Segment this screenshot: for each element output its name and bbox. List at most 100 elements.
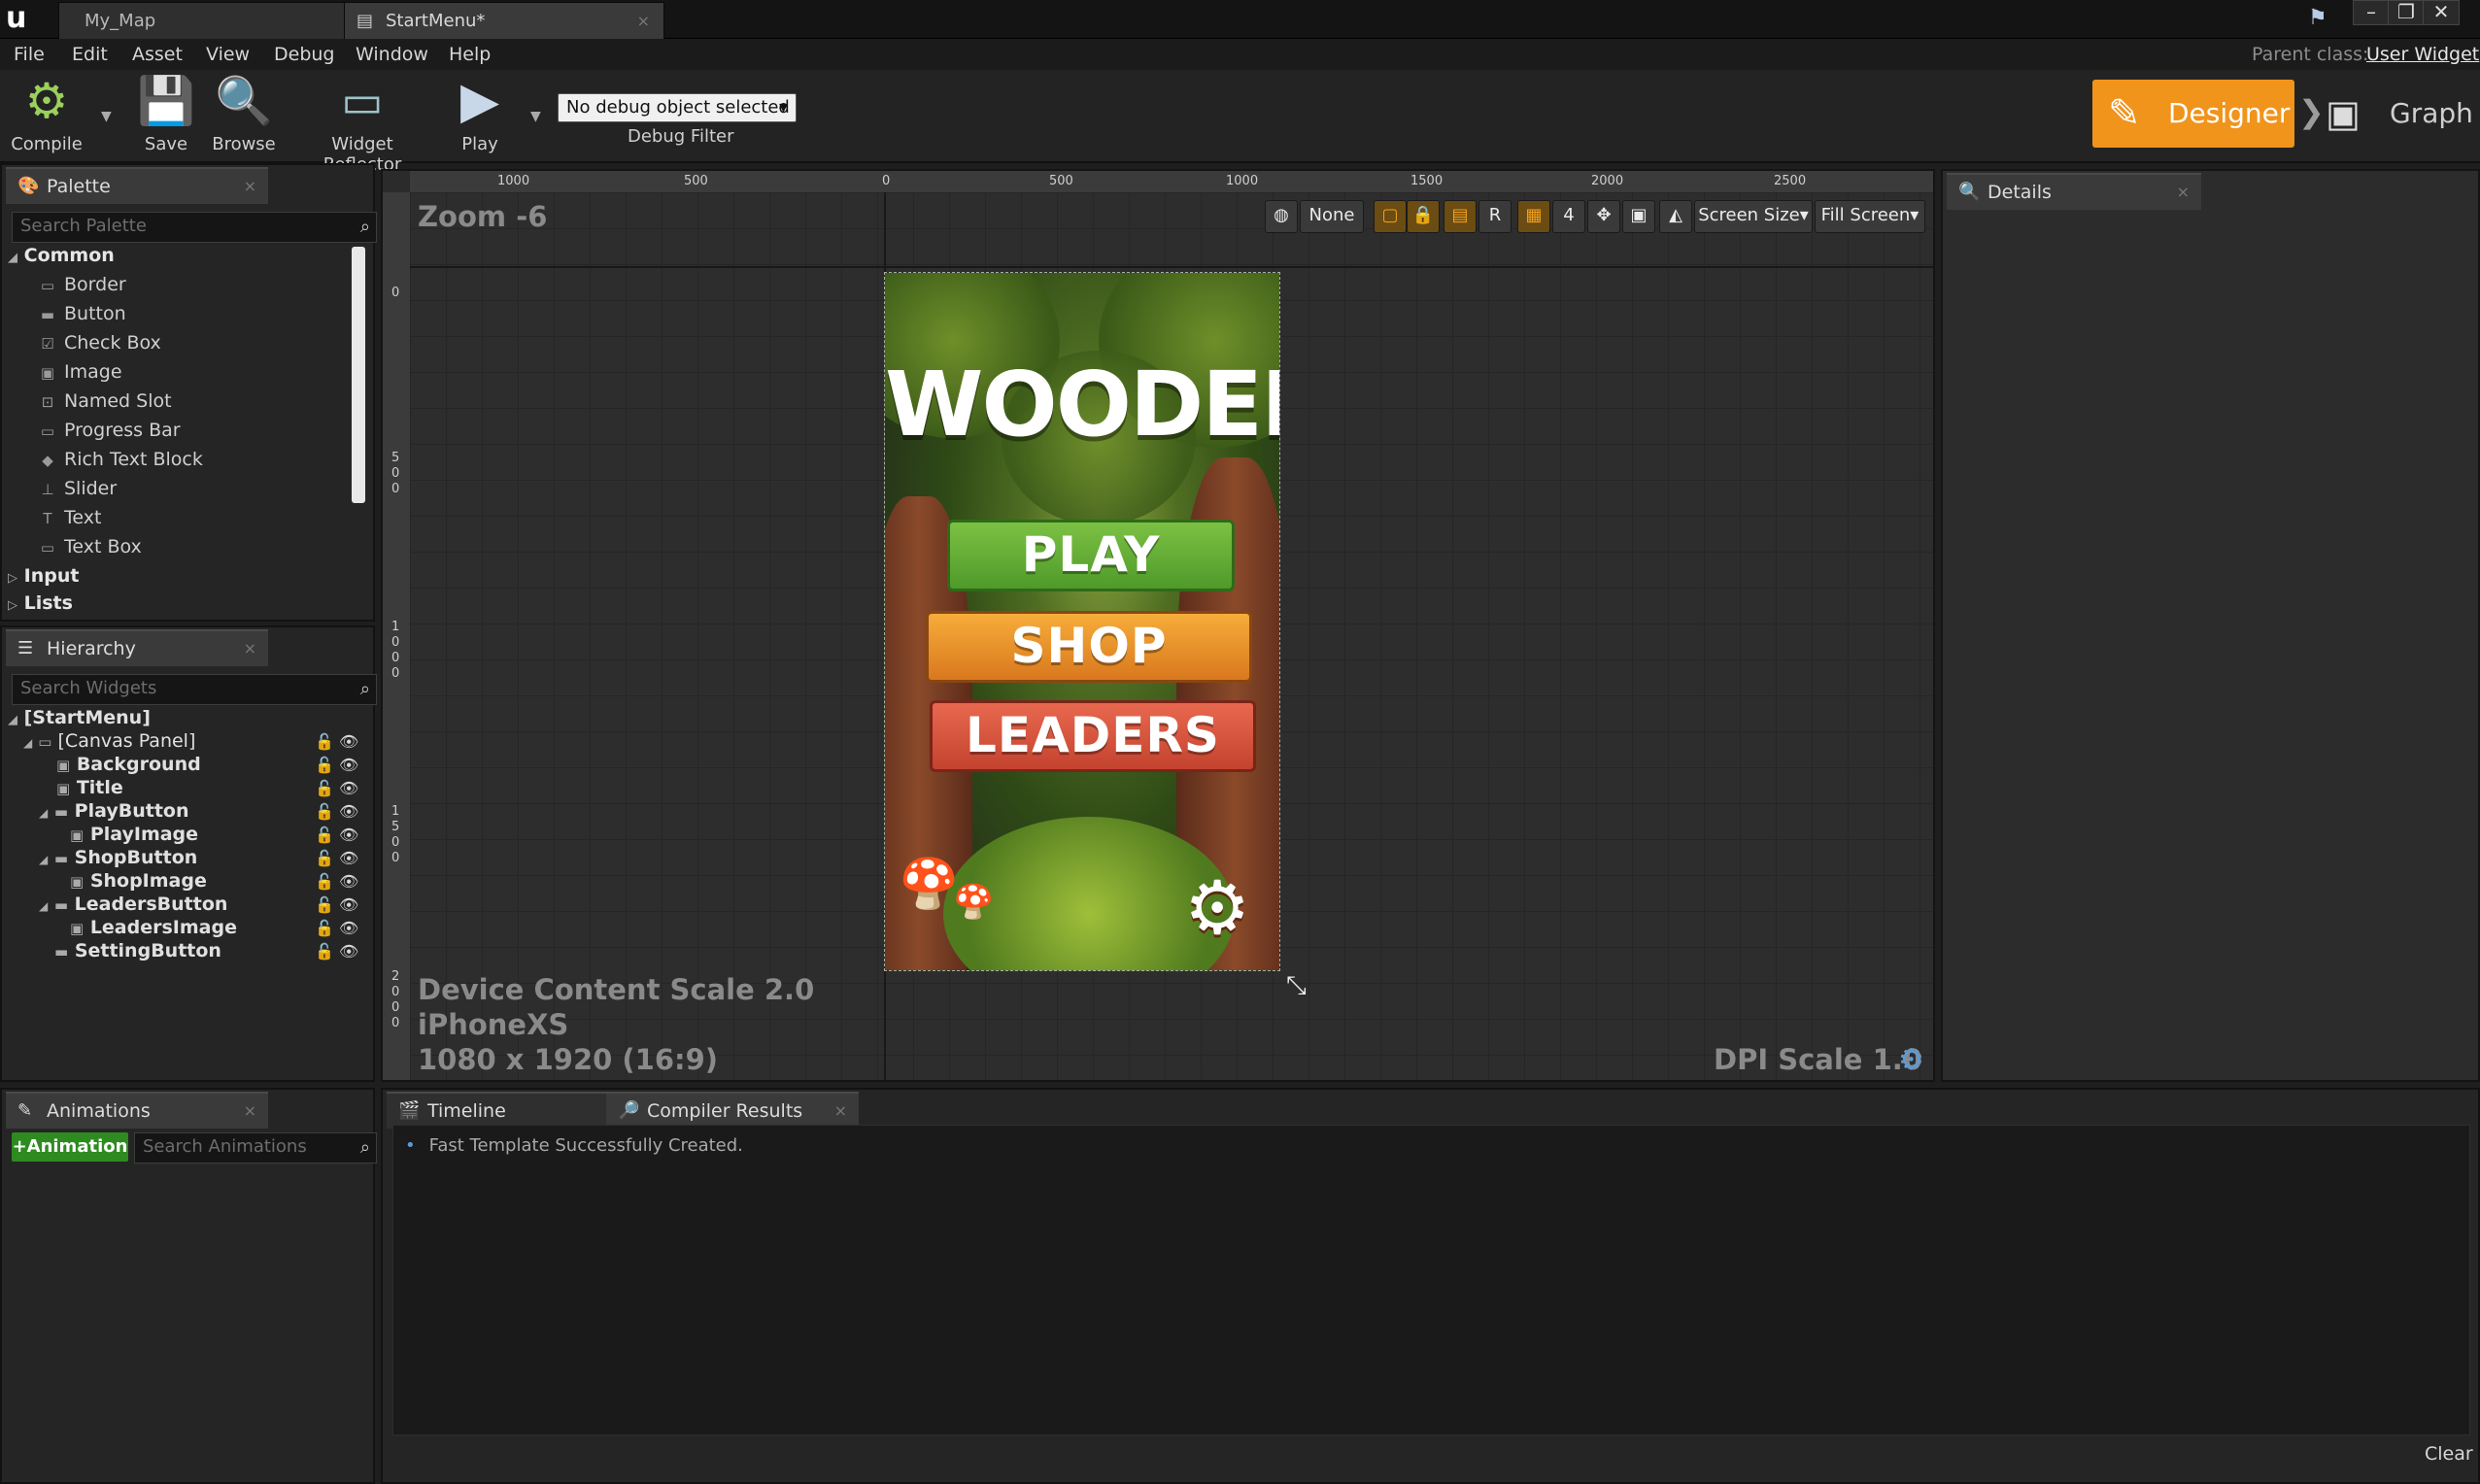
palette-item-check-box[interactable]: ☑ Check Box bbox=[39, 332, 161, 354]
none-dropdown[interactable]: None bbox=[1300, 200, 1364, 233]
browse-button[interactable]: 🔍 Browse bbox=[208, 74, 280, 159]
hierarchy-item-title[interactable]: ▣ Title bbox=[56, 777, 123, 798]
maximize-button[interactable]: ❐ bbox=[2388, 0, 2425, 25]
layout-toggle-button[interactable]: ▤ bbox=[1444, 200, 1477, 233]
lock-icon-row[interactable]: 🔓 👁 bbox=[315, 870, 358, 894]
lock-toggle-button[interactable]: 🔒 bbox=[1407, 200, 1440, 233]
lock-icon-row[interactable]: 🔓 👁 bbox=[315, 894, 358, 917]
dpi-settings-gear-icon[interactable]: ⚙ bbox=[1898, 1043, 1924, 1077]
ruler-tick: 2000 bbox=[1591, 174, 1624, 188]
category-lists[interactable]: ▷ Lists bbox=[8, 592, 73, 614]
palette-item-text[interactable]: T Text bbox=[39, 507, 101, 528]
parent-class-value[interactable]: User Widget bbox=[2366, 39, 2479, 70]
animations-tab[interactable]: ✎ Animations × bbox=[6, 1092, 268, 1129]
hierarchy-root[interactable]: ◢ [StartMenu] bbox=[8, 707, 151, 728]
palette-tab[interactable]: 🎨 Palette × bbox=[6, 167, 268, 204]
graph-mode-button[interactable]: ▣ Graph bbox=[2322, 80, 2477, 148]
lock-icon-row[interactable]: 🔓 👁 bbox=[315, 754, 358, 777]
tab-timeline[interactable]: 🎬 Timeline × bbox=[387, 1092, 639, 1129]
menu-file[interactable]: File bbox=[14, 39, 45, 70]
settings-gear-icon[interactable]: ⚙ bbox=[1184, 871, 1250, 945]
hierarchy-item-leadersimage[interactable]: ▣ LeadersImage bbox=[70, 917, 237, 938]
category-input[interactable]: ▷ Input bbox=[8, 565, 79, 587]
compile-button[interactable]: ⚙ Compile bbox=[6, 74, 87, 159]
flip-button[interactable]: ◭ bbox=[1659, 200, 1692, 233]
designer-viewport[interactable]: 1000 500 0 500 1000 1500 2000 2500 0 500… bbox=[381, 169, 1935, 1082]
tab-close-icon[interactable]: × bbox=[637, 3, 650, 40]
outline-toggle-button[interactable]: ▢ bbox=[1374, 200, 1407, 233]
designer-mode-button[interactable]: ✎ Designer bbox=[2092, 80, 2294, 148]
source-control-icon[interactable]: ⚑ bbox=[2308, 6, 2327, 30]
start-menu-preview[interactable]: 🍄 🍄 WOODEN PLAY SHOP LEADERS ⚙ bbox=[884, 272, 1280, 971]
debug-object-dropdown[interactable]: No debug object selected ▾ bbox=[558, 93, 797, 122]
respect-locks-button[interactable]: R bbox=[1478, 200, 1512, 233]
details-close-icon[interactable]: × bbox=[2177, 175, 2190, 210]
unreal-logo-icon[interactable]: u bbox=[6, 2, 39, 35]
menu-asset[interactable]: Asset bbox=[132, 39, 183, 70]
lock-icon-row[interactable]: 🔓 👁 bbox=[315, 940, 358, 963]
palette-close-icon[interactable]: × bbox=[244, 169, 256, 204]
animations-search-input[interactable]: Search Animations ⌕ bbox=[134, 1132, 377, 1164]
hierarchy-item-shopimage[interactable]: ▣ ShopImage bbox=[70, 870, 207, 892]
palette-item-progress-bar[interactable]: ▭ Progress Bar bbox=[39, 420, 181, 441]
palette-item-slider[interactable]: ⊥ Slider bbox=[39, 478, 117, 499]
grid-size-dropdown[interactable]: 4 bbox=[1552, 200, 1585, 233]
close-window-button[interactable]: ✕ bbox=[2423, 0, 2460, 25]
menu-view[interactable]: View bbox=[206, 39, 250, 70]
hierarchy-item-background[interactable]: ▣ Background bbox=[56, 754, 201, 775]
shop-menu-button[interactable]: SHOP bbox=[926, 611, 1252, 683]
play-menu-button[interactable]: PLAY bbox=[947, 520, 1235, 591]
lock-icon-row[interactable]: 🔓 👁 bbox=[315, 777, 358, 800]
minimize-button[interactable]: – bbox=[2353, 0, 2390, 25]
hierarchy-item-playbutton[interactable]: ◢ ▬ PlayButton bbox=[39, 800, 189, 822]
menu-debug[interactable]: Debug bbox=[274, 39, 334, 70]
palette-item-text-box[interactable]: ▭ Text Box bbox=[39, 536, 142, 557]
palette-item-named-slot[interactable]: ⊡ Named Slot bbox=[39, 390, 172, 412]
palette-search-input[interactable]: Search Palette ⌕ bbox=[12, 212, 377, 243]
lock-icon-row[interactable]: 🔓 👁 bbox=[315, 847, 358, 870]
animations-close-icon[interactable]: × bbox=[244, 1094, 256, 1129]
add-animation-button[interactable]: +Animation bbox=[12, 1132, 128, 1162]
palette-item-rich-text-block[interactable]: ◆ Rich Text Block bbox=[39, 449, 203, 470]
play-button[interactable]: ▶ Play bbox=[441, 74, 519, 159]
lock-icon-row[interactable]: 🔓 👁 bbox=[315, 800, 358, 824]
details-tab[interactable]: 🔍 Details × bbox=[1947, 173, 2201, 210]
leaders-menu-button[interactable]: LEADERS bbox=[930, 700, 1256, 772]
localization-globe-button[interactable]: ◍ bbox=[1265, 200, 1298, 233]
hierarchy-tab[interactable]: ☰ Hierarchy × bbox=[6, 629, 268, 666]
tab-my-map[interactable]: My_Map bbox=[58, 2, 367, 40]
preview-button[interactable]: ▣ bbox=[1622, 200, 1655, 233]
tab-start-menu[interactable]: ▤ StartMenu* × bbox=[344, 2, 664, 40]
hierarchy-item-leadersbutton[interactable]: ◢ ▬ LeadersButton bbox=[39, 894, 227, 915]
palette-item-button[interactable]: ▬ Button bbox=[39, 303, 126, 324]
log-message: • Fast Template Successfully Created. bbox=[405, 1135, 743, 1156]
hierarchy-item-playimage[interactable]: ▣ PlayImage bbox=[70, 824, 198, 845]
menu-edit[interactable]: Edit bbox=[72, 39, 108, 70]
hierarchy-item-settingbutton[interactable]: ▬ SettingButton bbox=[54, 940, 221, 961]
widget-reflector-button[interactable]: ▭ Widget Reflector bbox=[291, 74, 433, 175]
play-options-dropdown[interactable]: ▼ bbox=[530, 109, 541, 124]
compiler-results-close-icon[interactable]: × bbox=[834, 1094, 847, 1129]
lock-icon-row[interactable]: 🔓 👁 bbox=[315, 824, 358, 847]
hierarchy-close-icon[interactable]: × bbox=[244, 631, 256, 666]
palette-scrollbar[interactable] bbox=[352, 247, 365, 503]
resize-handle-icon[interactable]: ⤡ bbox=[1286, 971, 1307, 1001]
transform-button[interactable]: ✥ bbox=[1587, 200, 1620, 233]
hierarchy-item-shopbutton[interactable]: ◢ ▬ ShopButton bbox=[39, 847, 197, 868]
hierarchy-item-canvas-panel[interactable]: ◢ ▭ [Canvas Panel] bbox=[23, 730, 195, 752]
save-button[interactable]: 💾 Save bbox=[132, 74, 200, 159]
category-common[interactable]: ◢ Common bbox=[8, 245, 115, 266]
screen-size-dropdown[interactable]: Screen Size▾ bbox=[1694, 200, 1813, 233]
lock-icon-row[interactable]: 🔓 👁 bbox=[315, 730, 358, 754]
hierarchy-search-input[interactable]: Search Widgets ⌕ bbox=[12, 674, 377, 705]
palette-item-border[interactable]: ▭ Border bbox=[39, 274, 126, 295]
lock-icon-row[interactable]: 🔓 👁 bbox=[315, 917, 358, 940]
menu-window[interactable]: Window bbox=[356, 39, 428, 70]
fill-screen-dropdown[interactable]: Fill Screen▾ bbox=[1815, 200, 1925, 233]
clear-log-button[interactable]: Clear bbox=[2425, 1443, 2473, 1465]
grid-snap-button[interactable]: ▦ bbox=[1517, 200, 1550, 233]
menu-help[interactable]: Help bbox=[449, 39, 491, 70]
palette-item-image[interactable]: ▣ Image bbox=[39, 361, 122, 383]
compile-options-dropdown[interactable]: ▼ bbox=[101, 109, 112, 124]
tab-compiler-results[interactable]: 🔎 Compiler Results × bbox=[606, 1092, 859, 1129]
